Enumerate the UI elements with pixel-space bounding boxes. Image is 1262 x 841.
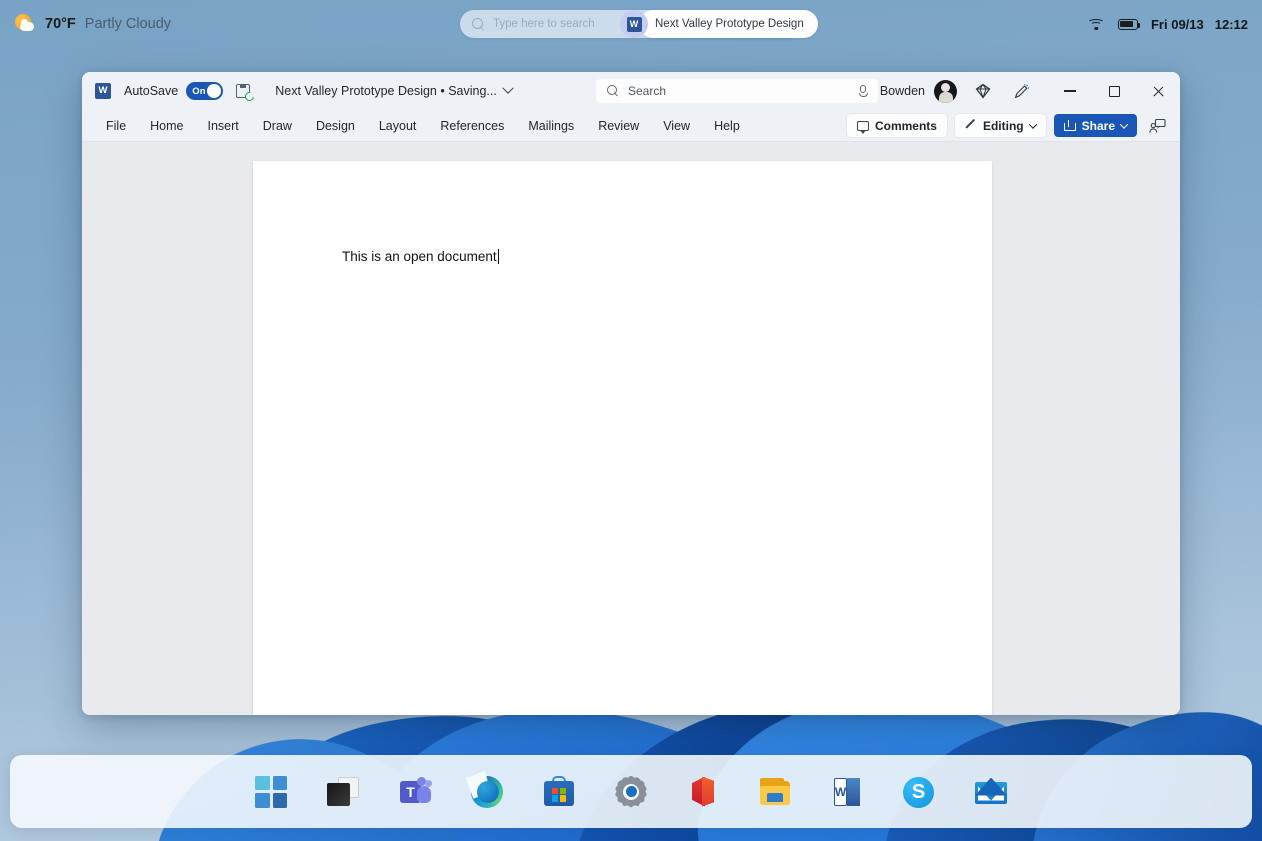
close-button[interactable] (1136, 72, 1180, 110)
close-icon (1152, 85, 1165, 98)
save-sync-icon[interactable] (236, 83, 256, 103)
minimize-button[interactable] (1048, 72, 1092, 110)
tab-file[interactable]: File (94, 115, 138, 137)
weather-temperature: 70°F (45, 16, 76, 32)
autosave-toggle[interactable]: On (186, 82, 224, 100)
pencil-icon (965, 120, 977, 132)
store-button[interactable] (541, 774, 577, 810)
document-body-text[interactable]: This is an open document (342, 249, 499, 264)
tab-mailings[interactable]: Mailings (516, 115, 586, 137)
document-canvas[interactable]: This is an open document (82, 142, 1180, 715)
avatar[interactable] (934, 79, 957, 103)
weather-condition: Partly Cloudy (84, 16, 172, 32)
chevron-down-icon (1028, 119, 1037, 129)
text-cursor (497, 249, 499, 264)
weather-widget[interactable]: 70°F Partly Cloudy (14, 13, 171, 35)
tab-view[interactable]: View (651, 115, 702, 137)
editing-mode-button[interactable]: Editing (954, 114, 1046, 137)
skype-letter: S (903, 776, 934, 808)
share-button[interactable]: Share (1053, 114, 1137, 137)
desktop-top-bar: 70°F Partly Cloudy Type here to search W… (0, 0, 1262, 48)
microphone-icon[interactable] (859, 84, 868, 98)
skype-button[interactable]: S (901, 774, 937, 810)
autosave-label: AutoSave (124, 84, 179, 98)
document-page[interactable]: This is an open document (253, 161, 992, 715)
document-title-button[interactable]: Next Valley Prototype Design • Saving... (275, 82, 514, 98)
teams-button[interactable]: T (397, 774, 433, 810)
task-view-button[interactable] (325, 774, 361, 810)
minimize-icon (1064, 90, 1076, 92)
clock-widget[interactable]: Fri 09/13 12:12 (1151, 17, 1248, 32)
word-ribbon-tabs: File Home Insert Draw Design Layout Refe… (82, 110, 1180, 142)
file-explorer-button[interactable] (757, 774, 793, 810)
comments-button[interactable]: Comments (846, 114, 947, 137)
word-icon: W (95, 83, 111, 99)
chevron-down-icon (502, 82, 514, 94)
word-icon: W (620, 10, 648, 38)
tab-home[interactable]: Home (138, 115, 195, 137)
tab-references[interactable]: References (428, 115, 516, 137)
office-button[interactable] (685, 774, 721, 810)
autosave-state-label: On (192, 85, 206, 97)
word-button[interactable]: W (829, 774, 865, 810)
word-title-bar: W AutoSave On Next Valley Prototype Desi… (82, 72, 1180, 110)
clock-time: 12:12 (1214, 16, 1248, 32)
mail-button[interactable] (973, 774, 1009, 810)
maximize-button[interactable] (1092, 72, 1136, 110)
word-letter: W (834, 777, 847, 806)
wifi-icon[interactable] (1087, 17, 1105, 31)
tab-draw[interactable]: Draw (251, 115, 304, 137)
search-icon (607, 85, 619, 97)
partly-cloudy-icon (14, 13, 36, 35)
share-label: Share (1081, 118, 1115, 133)
tab-design[interactable]: Design (304, 115, 367, 137)
document-text-run: This is an open document (342, 249, 497, 264)
taskbar-search-box[interactable]: Type here to search W Next Valley Protot… (460, 10, 818, 38)
tab-help[interactable]: Help (702, 115, 752, 137)
running-app-chip[interactable]: W Next Valley Prototype Design (620, 10, 818, 38)
word-window: W AutoSave On Next Valley Prototype Desi… (82, 72, 1180, 715)
edge-button[interactable] (465, 770, 505, 810)
document-title-text: Next Valley Prototype Design • Saving... (275, 84, 497, 98)
word-search-input[interactable]: Search (596, 79, 878, 103)
copilot-pen-icon[interactable] (1013, 83, 1030, 100)
maximize-icon (1108, 85, 1120, 97)
windows-start-icon (255, 775, 287, 808)
tab-review[interactable]: Review (586, 115, 651, 137)
chevron-down-icon (1119, 119, 1129, 129)
search-placeholder-text: Type here to search (493, 18, 595, 30)
comment-icon (856, 120, 869, 134)
taskbar: T W S (10, 755, 1252, 828)
settings-button[interactable] (613, 774, 649, 810)
search-icon (472, 17, 485, 31)
start-button[interactable] (253, 774, 289, 810)
tab-layout[interactable]: Layout (367, 115, 429, 137)
premium-diamond-icon[interactable] (975, 83, 991, 99)
system-tray: Fri 09/13 12:12 (1087, 0, 1248, 48)
comments-label: Comments (874, 118, 937, 133)
editing-label: Editing (982, 118, 1024, 133)
battery-icon[interactable] (1117, 18, 1141, 30)
app-chip-label: Next Valley Prototype Design (655, 18, 804, 30)
clock-date: Fri 09/13 (1150, 16, 1204, 32)
word-search-placeholder: Search (628, 84, 667, 98)
tab-insert[interactable]: Insert (196, 115, 251, 137)
catch-up-person-icon[interactable] (1149, 118, 1166, 134)
share-icon (1063, 120, 1076, 131)
